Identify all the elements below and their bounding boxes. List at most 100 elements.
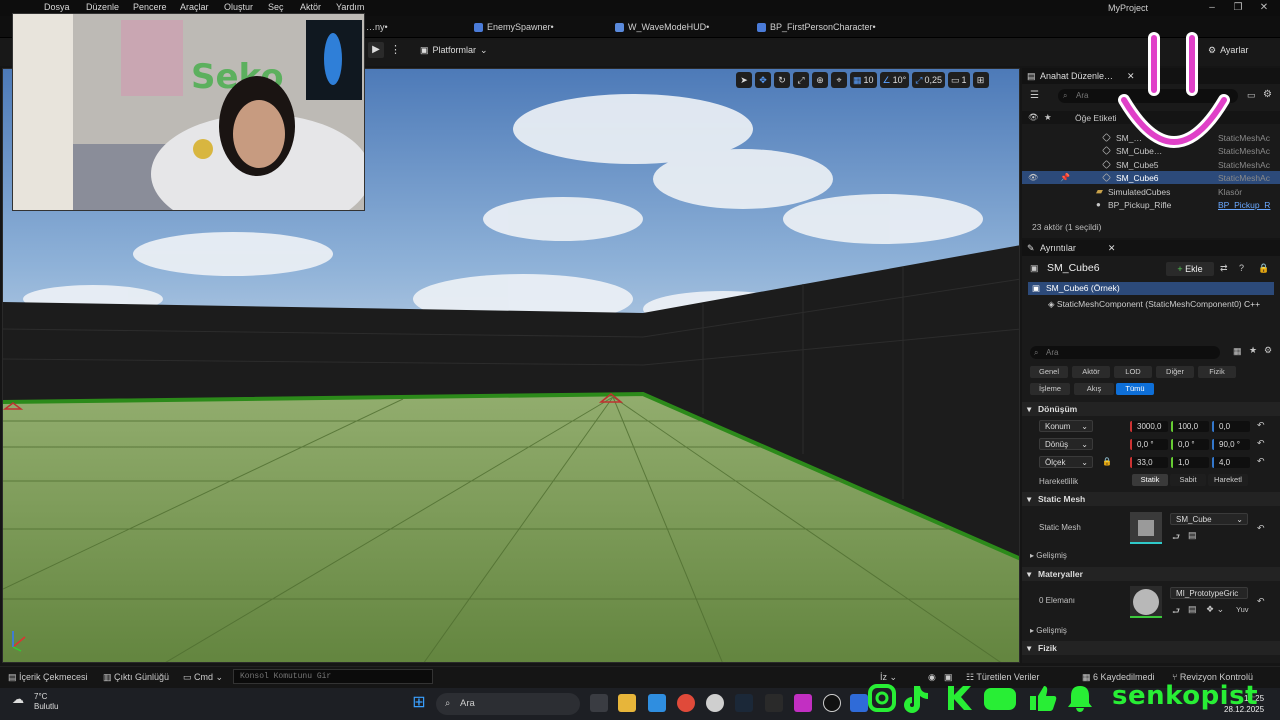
menu-select[interactable]: Seç xyxy=(268,2,284,12)
reset-icon[interactable]: ↶ xyxy=(1257,596,1265,607)
transform-section[interactable]: ▾ Dönüşüm xyxy=(1022,402,1280,416)
console-command-input[interactable]: Konsol Komutunu Gir xyxy=(233,669,433,684)
browse-icon[interactable]: ▤ xyxy=(1188,530,1197,541)
steam-icon[interactable] xyxy=(735,694,753,712)
content-drawer-button[interactable]: ▤ İçerik Çekmecesi xyxy=(8,672,88,683)
outliner-row-selected[interactable]: 👁 📌 SM_Cube6 StaticMeshAc xyxy=(1022,171,1280,184)
tab-level[interactable]: …ny• xyxy=(366,19,388,35)
weather-widget[interactable]: ☁ 7°C Bulutlu xyxy=(12,692,58,712)
unreal-engine-icon[interactable] xyxy=(823,694,841,712)
physics-section[interactable]: ▾ Fizik xyxy=(1022,641,1280,655)
epic-games-icon[interactable] xyxy=(765,694,783,712)
lock-icon[interactable]: 🔒 xyxy=(1258,263,1269,274)
minimize-button[interactable]: – xyxy=(1200,0,1224,16)
play-icon[interactable]: ▶ xyxy=(368,42,384,58)
mobility-static[interactable]: Statik xyxy=(1132,474,1168,486)
filter-general[interactable]: Genel xyxy=(1030,366,1068,378)
use-selected-icon[interactable]: ⮐ xyxy=(1172,530,1180,546)
surface-snap-icon[interactable]: ⌖ xyxy=(831,72,847,88)
options-icon[interactable]: ❖ ⌄ xyxy=(1206,604,1224,615)
add-component-button[interactable]: + Ekle xyxy=(1166,262,1214,276)
outliner-row[interactable]: ● BP_Pickup_Rifle BP_Pickup_R xyxy=(1022,198,1280,211)
menu-tools[interactable]: Araçlar xyxy=(180,2,209,12)
tab-enemy-spawner[interactable]: EnemySpawner• xyxy=(474,19,554,35)
scale-dropdown[interactable]: Ölçek ⌄ xyxy=(1039,456,1093,468)
file-explorer-icon[interactable] xyxy=(618,694,636,712)
cmd-dropdown[interactable]: ▭ Cmd ⌄ xyxy=(183,672,223,683)
obs-icon[interactable] xyxy=(706,694,724,712)
mobility-movable[interactable]: Hareketl xyxy=(1208,474,1248,486)
row-type-link[interactable]: BP_Pickup_R xyxy=(1218,200,1270,210)
reset-icon[interactable]: ↶ xyxy=(1257,456,1265,467)
reset-icon[interactable]: ↶ xyxy=(1257,420,1265,431)
location-y-field[interactable]: 100,0 xyxy=(1171,421,1209,432)
filter-all[interactable]: Tümü xyxy=(1116,383,1154,395)
material-dropdown[interactable]: MI_PrototypeGric xyxy=(1170,587,1248,599)
visibility-icon[interactable]: 👁 xyxy=(1028,173,1038,182)
rotation-dropdown[interactable]: Dönüş ⌄ xyxy=(1039,438,1093,450)
browse-icon[interactable]: ▤ xyxy=(1188,604,1197,615)
filter-streaming[interactable]: Akış xyxy=(1074,383,1114,395)
close-tab-icon[interactable]: ✕ xyxy=(1108,243,1116,254)
blueprint-icon[interactable]: ⇄ xyxy=(1220,263,1228,274)
chrome-icon[interactable] xyxy=(677,694,695,712)
filter-physics[interactable]: Fizik xyxy=(1198,366,1236,378)
layout-icon[interactable]: ⊞ xyxy=(972,72,989,88)
more-options-icon[interactable]: ⋮ xyxy=(390,42,401,58)
scale-z-field[interactable]: 4,0 xyxy=(1212,457,1250,468)
location-x-field[interactable]: 3000,0 xyxy=(1130,421,1168,432)
location-z-field[interactable]: 0,0 xyxy=(1212,421,1250,432)
outliner-row[interactable]: ▰ SimulatedCubes Klasör xyxy=(1022,185,1280,198)
item-label-column[interactable]: Öğe Etiketi xyxy=(1075,113,1117,123)
details-search-input[interactable]: ⌕ Ara xyxy=(1030,346,1220,359)
filter-icon[interactable]: ☰ xyxy=(1030,90,1039,101)
static-mesh-dropdown[interactable]: SM_Cube ⌄ xyxy=(1170,513,1248,525)
task-view-icon[interactable] xyxy=(590,694,608,712)
close-window-button[interactable]: ✕ xyxy=(1252,0,1276,16)
rotation-x-field[interactable]: 0,0 ° xyxy=(1130,439,1168,450)
lock-icon[interactable]: 🔒 xyxy=(1102,457,1112,466)
rotation-snap-button[interactable]: ∠ 10° xyxy=(879,72,910,88)
material-thumbnail[interactable] xyxy=(1130,586,1162,618)
taskbar-search[interactable]: ⌕ Ara xyxy=(436,693,580,715)
static-mesh-section[interactable]: ▾ Static Mesh xyxy=(1022,492,1280,506)
component-row[interactable]: ◈ StaticMeshComponent (StaticMeshCompone… xyxy=(1048,298,1280,311)
world-space-icon[interactable]: ⊕ xyxy=(812,72,828,88)
actor-name[interactable]: SM_Cube6 xyxy=(1047,262,1100,274)
app-icon[interactable] xyxy=(794,694,812,712)
rotation-y-field[interactable]: 0,0 ° xyxy=(1171,439,1209,450)
menu-actor[interactable]: Aktör xyxy=(300,2,321,12)
advanced-toggle[interactable]: ▸ Gelişmiş xyxy=(1030,551,1067,560)
scale-icon[interactable]: ⤢ xyxy=(793,72,809,88)
platforms-button[interactable]: ▣ Platformlar ⌄ xyxy=(420,42,488,58)
maximize-button[interactable]: ❐ xyxy=(1226,0,1250,16)
grid-snap-button[interactable]: ▦ 10 xyxy=(850,72,877,88)
filter-lod[interactable]: LOD xyxy=(1114,366,1152,378)
camera-speed-button[interactable]: ▭ 1 xyxy=(947,72,970,88)
tab-wave-mode-hud[interactable]: W_WaveModeHUD• xyxy=(615,19,709,35)
location-dropdown[interactable]: Konum ⌄ xyxy=(1039,420,1093,432)
star-icon[interactable]: ★ xyxy=(1249,345,1257,356)
materials-section[interactable]: ▾ Materyaller xyxy=(1022,567,1280,581)
store-icon[interactable] xyxy=(648,694,666,712)
filter-misc[interactable]: Diğer xyxy=(1156,366,1194,378)
use-selected-icon[interactable]: ⮐ xyxy=(1172,604,1180,620)
advanced-toggle[interactable]: ▸ Gelişmiş xyxy=(1030,626,1067,635)
filter-actor[interactable]: Aktör xyxy=(1072,366,1110,378)
component-instance-row[interactable]: ▣ SM_Cube6 (Örnek) xyxy=(1028,282,1274,295)
scale-y-field[interactable]: 1,0 xyxy=(1171,457,1209,468)
scale-x-field[interactable]: 33,0 xyxy=(1130,457,1168,468)
reset-icon[interactable]: ↶ xyxy=(1257,523,1265,534)
gear-icon[interactable]: ⚙ xyxy=(1264,345,1272,356)
select-mode-icon[interactable]: ➤ xyxy=(736,72,752,88)
pin-icon[interactable]: 📌 xyxy=(1060,173,1070,182)
filter-rendering[interactable]: İşleme xyxy=(1030,383,1070,395)
windows-start-icon[interactable]: ⊞ xyxy=(410,694,428,712)
mesh-thumbnail[interactable] xyxy=(1130,512,1162,544)
gear-icon[interactable]: ⚙ xyxy=(1263,89,1272,100)
mobility-stationary[interactable]: Sabit xyxy=(1170,474,1206,486)
rotate-icon[interactable]: ↻ xyxy=(774,72,790,88)
menu-help[interactable]: Yardım xyxy=(336,2,364,12)
tab-first-person-character[interactable]: BP_FirstPersonCharacter• xyxy=(757,19,876,35)
help-icon[interactable]: ? xyxy=(1239,263,1244,273)
